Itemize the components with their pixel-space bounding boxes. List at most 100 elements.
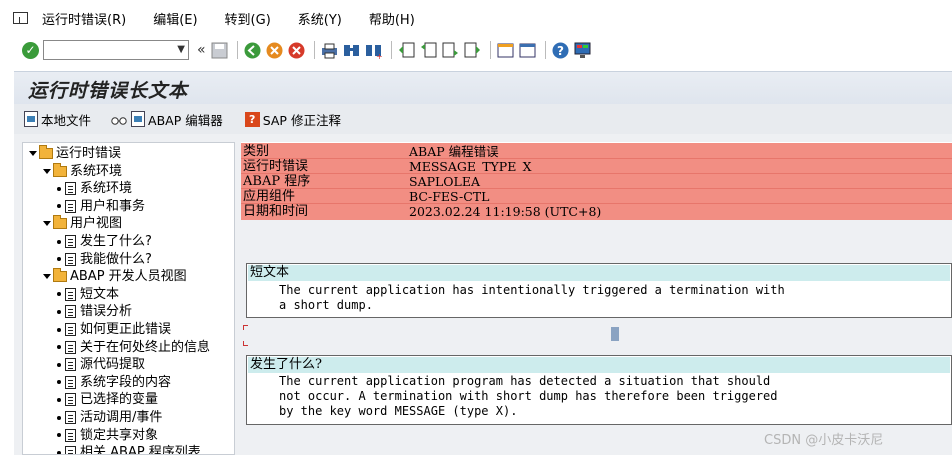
sap-note-button[interactable]: ? SAP 修正注释 (244, 110, 341, 129)
tree-item[interactable]: 短文本 (57, 286, 119, 303)
tree-item[interactable]: 发生了什么? (57, 233, 152, 250)
header-value: MESSAGE_TYPE_X (409, 159, 532, 174)
short-text-line: a short dump. (279, 298, 373, 312)
folder-open-icon (53, 215, 67, 230)
back-icon[interactable] (243, 41, 262, 60)
folder-open-icon (53, 268, 67, 283)
tree-item[interactable]: 系统环境 (57, 180, 132, 197)
tree-item-label: 活动调用/事件 (80, 410, 163, 425)
menu-edit[interactable]: 编辑(E) (153, 9, 197, 28)
tree-item-label: 系统字段的内容 (80, 374, 172, 390)
bullet-icon (57, 345, 61, 350)
tree-item[interactable]: ABAP 开发人员视图 (43, 268, 187, 285)
tree-item-label: 发生了什么? (80, 234, 152, 249)
toolbar-separator (236, 41, 238, 59)
save-icon[interactable] (210, 41, 229, 60)
header-divider (241, 203, 952, 204)
tree-item[interactable]: 我能做什么? (57, 251, 152, 268)
short-text-heading: 短文本 (248, 265, 950, 281)
tree-item-label: 系统环境 (80, 181, 133, 197)
toolbar-separator (390, 41, 392, 59)
new-session-icon[interactable] (496, 41, 515, 60)
tree-item[interactable]: 源代码提取 (57, 356, 145, 373)
tree-item[interactable]: 锁定共享对象 (57, 427, 158, 444)
document-icon (65, 428, 76, 442)
header-key: 日期和时间 (243, 204, 309, 219)
find-next-icon[interactable]: + (364, 41, 383, 60)
what-happened-heading: 发生了什么? (248, 357, 950, 373)
header-key: ABAP 程序 (243, 174, 311, 189)
menu-help[interactable]: 帮助(H) (369, 9, 415, 28)
tree-item[interactable]: 活动调用/事件 (57, 409, 162, 426)
cancel-icon[interactable] (287, 41, 306, 60)
svg-text:+: + (376, 52, 383, 60)
menu-runtime-error[interactable]: 运行时错误(R) (42, 9, 126, 28)
tree-item[interactable]: 系统环境 (43, 162, 122, 180)
tree-item-label: 关于在何处终止的信息 (80, 339, 211, 355)
expand-triangle-icon[interactable] (43, 274, 51, 280)
expand-triangle-icon[interactable] (43, 221, 51, 227)
menu-goto[interactable]: 转到(G) (225, 9, 271, 28)
header-divider (241, 173, 952, 174)
local-file-button[interactable]: 本地文件 (24, 110, 91, 129)
tree-item[interactable]: 错误分析 (57, 303, 132, 320)
expand-triangle-icon[interactable] (43, 168, 51, 174)
navigation-tree[interactable]: 运行时错误 系统环境 系统环境 用户和事务 用户视图 发生了什么? 我能做什么? ABAP 开… (22, 142, 235, 455)
next-page-icon[interactable] (441, 41, 460, 60)
header-value: 2023.02.24 11:19:58 (UTC+8) (409, 204, 602, 219)
document-icon (65, 305, 76, 319)
collapse-arrows-icon[interactable]: « (197, 42, 206, 58)
tree-item[interactable]: 相关 ABAP 程序列表 (57, 444, 201, 454)
last-page-icon[interactable] (463, 41, 482, 60)
find-icon[interactable] (342, 41, 361, 60)
shortcut-icon[interactable] (518, 41, 537, 60)
header-row: 应用组件 BC-FES-CTL (241, 189, 952, 204)
abap-editor-button[interactable]: ABAP 编辑器 (111, 110, 223, 129)
glasses-icon (111, 117, 127, 125)
local-file-label: 本地文件 (41, 112, 92, 128)
title-bar: 运行时错误长文本 (14, 71, 952, 104)
header-row: ABAP 程序 SAPLOLEA (241, 174, 952, 189)
menu-toggle-icon[interactable] (12, 10, 34, 26)
bullet-icon (57, 380, 61, 385)
tree-item[interactable]: 已选择的变量 (57, 391, 158, 408)
short-text-line: The current application has intentionall… (279, 283, 785, 297)
bullet-icon (57, 433, 61, 438)
document-icon (65, 199, 76, 213)
first-page-icon[interactable] (397, 41, 416, 60)
sap-note-label: SAP 修正注释 (262, 112, 341, 128)
tree-item[interactable]: 用户视图 (43, 215, 122, 232)
enter-check-icon[interactable]: ✓ (22, 41, 39, 59)
previous-page-icon[interactable] (419, 41, 438, 60)
tree-item[interactable]: 如何更正此错误 (57, 321, 171, 338)
bullet-icon (57, 450, 61, 454)
bullet-icon (57, 292, 61, 297)
header-value: ABAP 编程错误 (409, 144, 499, 159)
menu-system[interactable]: 系统(Y) (298, 9, 342, 28)
splitter-handle[interactable] (611, 327, 619, 341)
document-icon (65, 252, 76, 266)
sap-note-icon: ? (244, 111, 260, 127)
tree-item[interactable]: 关于在何处终止的信息 (57, 339, 210, 356)
customize-layout-icon[interactable] (573, 41, 592, 60)
help-icon[interactable]: ? (551, 41, 570, 60)
what-happened-line: not occur. A termination with short dump… (279, 389, 778, 403)
toolbar-separator (489, 41, 491, 59)
exit-icon[interactable] (265, 41, 284, 60)
folder-open-icon (39, 145, 53, 159)
bullet-icon (57, 397, 61, 402)
print-icon[interactable] (320, 41, 339, 60)
toolbar-separator (313, 41, 315, 59)
tree-item[interactable]: 用户和事务 (57, 198, 145, 215)
chevron-down-icon[interactable]: ▼ (177, 44, 185, 55)
tree-item[interactable]: 系统字段的内容 (57, 374, 171, 391)
tree-item-label: 如何更正此错误 (80, 322, 172, 337)
expand-triangle-icon[interactable] (29, 151, 37, 156)
header-key: 运行时错误 (243, 159, 309, 174)
document-icon (65, 182, 76, 196)
command-field[interactable]: ▼ (43, 40, 189, 60)
frame-corner (243, 325, 248, 330)
header-row: 日期和时间 2023.02.24 11:19:58 (UTC+8) (241, 204, 952, 219)
tree-item[interactable]: 运行时错误 (29, 145, 121, 162)
header-key: 类别 (243, 144, 270, 159)
